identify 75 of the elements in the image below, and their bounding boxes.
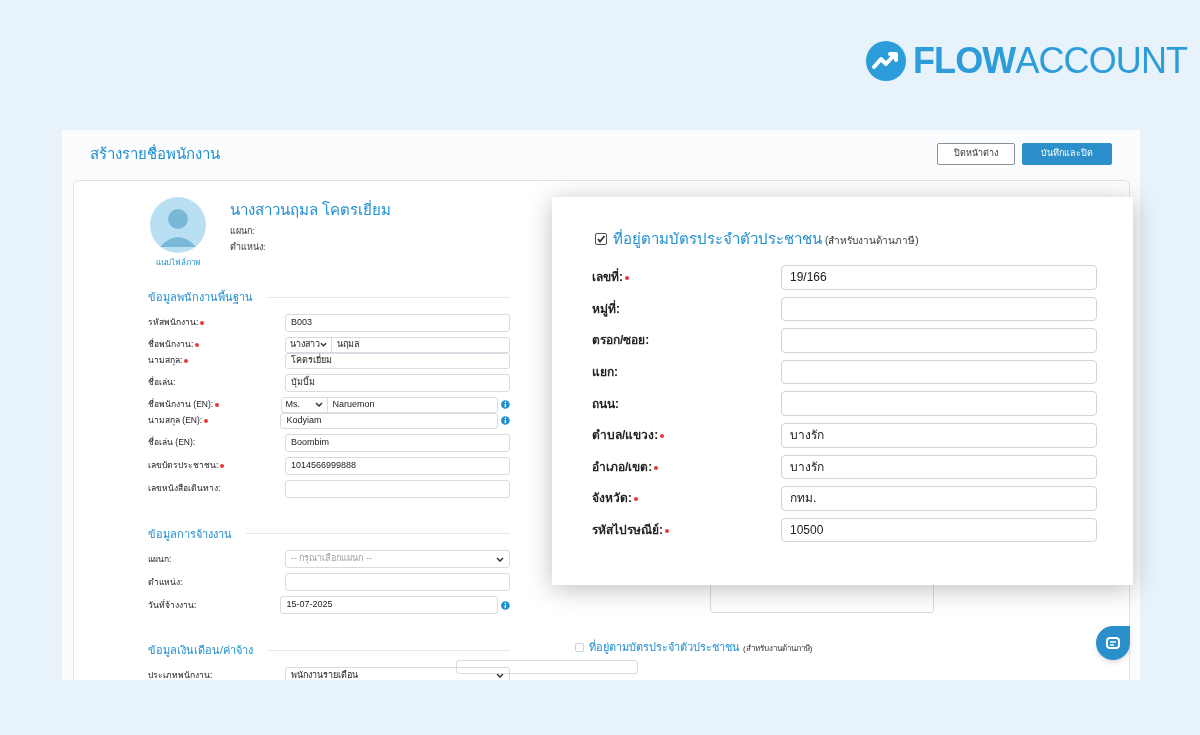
input-field[interactable]: Boombim [285,433,510,452]
dropdown-field[interactable]: พนักงานรายเดือน [285,666,510,680]
field-label: จังหวัด: [592,489,781,508]
input-field[interactable]: โคตรเยี่ยม [285,352,510,369]
input-field[interactable]: บุ้มบิ้ม [285,373,510,392]
info-icon [501,400,510,409]
field-label: วันที่จ้างงาน: [148,598,198,612]
window-title: สร้างรายชื่อพนักงาน [90,143,220,164]
section-title: ข้อมูลการจ้างงาน [148,526,232,542]
info-icon [501,600,510,610]
field-label: แยก: [592,364,619,382]
address-checkbox[interactable] [595,233,607,245]
logo-icon [865,40,907,82]
required-mark-icon [654,465,659,470]
field-label: อำเภอ/เขต: [592,457,781,476]
field-label: นามสกุล: [148,354,285,367]
dropdown-field[interactable] [456,659,638,674]
required-mark-icon [204,418,209,423]
chevron-down-icon [496,673,504,678]
input-field[interactable]: บางรัก [781,454,1097,480]
field-label: ชื่อพนักงาน (EN): [148,398,281,411]
chevron-down-icon [496,556,504,562]
input-field[interactable]: บางรัก [781,422,1097,448]
input-field[interactable]: B003 [285,313,510,332]
avatar-icon [150,197,206,253]
field-label: ชื่อเล่น: [148,376,177,389]
input-field[interactable]: 10500 [781,517,1097,543]
field-label: ชื่อพนักงาน: [148,338,285,351]
field-label: เลขหนังสือเดินทาง: [148,482,222,495]
required-mark-icon [625,276,629,281]
close-window-button[interactable]: ปิดหน้าต่าง [937,143,1015,165]
input-field[interactable] [781,359,1097,385]
chat-icon [1106,637,1120,649]
required-mark-icon [184,358,189,363]
logo-wordmark: FLOWACCOUNT [913,43,1188,79]
profile-detail: แผนก: [230,224,256,238]
required-mark-icon [215,402,220,407]
field-label: ตำแหน่ง: [148,575,184,589]
required-mark-icon [634,497,638,502]
section-title: ข้อมูลพนักงานพื้นฐาน [148,289,253,306]
input-field[interactable] [285,479,510,498]
input-field[interactable] [781,328,1097,353]
required-mark-icon [200,320,205,325]
input-field[interactable] [781,296,1097,322]
field-label: หมู่ที่: [592,299,621,318]
field-label: รหัสพนักงาน: [148,316,285,329]
address-option-label: ที่อยู่ตามบัตรประจำตัวประชาชน (สำหรับงานด้านภาษี) [613,228,919,250]
field-label: แผนก: [148,552,173,566]
profile-detail: ตำแหน่ง: [230,241,267,254]
input-field[interactable] [285,573,510,591]
field-label: ถนน: [592,395,620,413]
field-label: เลขที่: [592,268,781,287]
employee-name: นางสาวนฤมล โคตรเยี่ยม [230,199,392,220]
input-field[interactable]: Kodyiam [280,412,499,429]
input-field[interactable]: 15-07-2025 [280,596,499,614]
required-mark-icon [660,434,665,439]
field-label: ตำบล/แขวง: [592,426,781,445]
required-mark-icon [195,342,200,347]
required-mark-icon [220,463,225,468]
input-field[interactable]: 1014566999888 [285,456,510,475]
required-mark-icon [665,528,669,533]
address-option-label: ที่อยู่ตามบัตรประจำตัวประชาชน (สำหรับงานด้านภาษี) [589,639,813,656]
input-field[interactable]: 19/166 [781,265,1097,290]
save-close-button[interactable]: บันทึกและปิด [1022,143,1112,165]
field-label: ตรอก/ซอย: [592,332,651,350]
section-title: ข้อมูลเงินเดือน/ค่าจ้าง [148,643,254,659]
info-icon [501,416,510,425]
field-label: นามสกุล (EN): [148,414,281,427]
field-label: ประเภทพนักงาน: [148,669,214,680]
field-label: เลขบัตรประชาชน: [148,459,285,472]
input-field[interactable]: กทม. [781,486,1097,511]
input-field[interactable] [781,391,1097,416]
attach-photo-link[interactable]: แนบไฟล์ภาพ [156,257,200,269]
field-label: รหัสไปรษณีย์: [592,521,781,540]
field-label: ชื่อเล่น (EN): [148,436,197,449]
